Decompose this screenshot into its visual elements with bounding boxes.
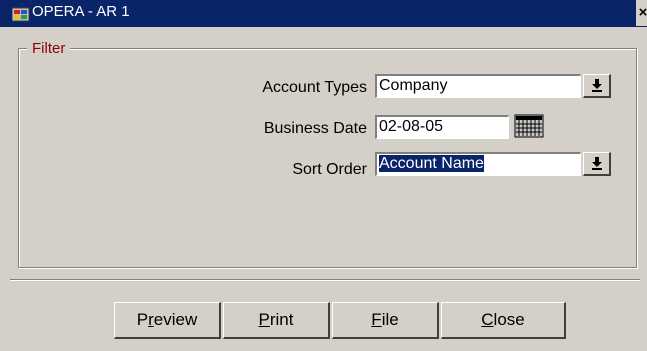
button-area-divider [10,279,640,281]
business-date-field[interactable]: 02-08-05 [375,115,509,139]
sort-order-selected-value: Account Name [379,155,484,172]
file-mnemonic: F [371,310,382,329]
close-button[interactable]: Close [441,302,566,339]
print-label-rest: rint [269,310,294,329]
opera-app-icon [11,6,30,22]
file-button[interactable]: File [332,302,439,339]
dropdown-arrow-icon [591,157,603,174]
dropdown-arrow-icon [591,79,603,96]
sort-order-label: Sort Order [292,161,367,178]
account-types-dropdown-button[interactable] [583,74,611,98]
preview-label-rest: eview [153,310,198,329]
account-types-field[interactable]: Company [375,74,581,98]
print-mnemonic: P [258,310,270,329]
preview-label-part: P [136,310,149,329]
print-button[interactable]: Print [223,302,330,339]
title-bar[interactable]: OPERA - AR 1 × [0,0,647,27]
window-title: OPERA - AR 1 [32,3,130,20]
close-mnemonic: C [481,310,494,329]
file-label-rest: ile [381,310,399,329]
sort-order-dropdown-button[interactable] [583,152,611,176]
preview-button[interactable]: Preview [114,302,221,339]
close-icon[interactable]: × [636,0,647,26]
calendar-button[interactable] [514,114,544,138]
close-label-rest: lose [493,310,525,329]
filter-legend: Filter [27,40,71,57]
business-date-label: Business Date [263,120,367,137]
calendar-icon [514,114,544,142]
sort-order-field[interactable]: Account Name [375,152,581,176]
account-types-label: Account Types [262,79,367,96]
opera-ar-window: OPERA - AR 1 × Filter Account Types Comp… [0,0,647,351]
